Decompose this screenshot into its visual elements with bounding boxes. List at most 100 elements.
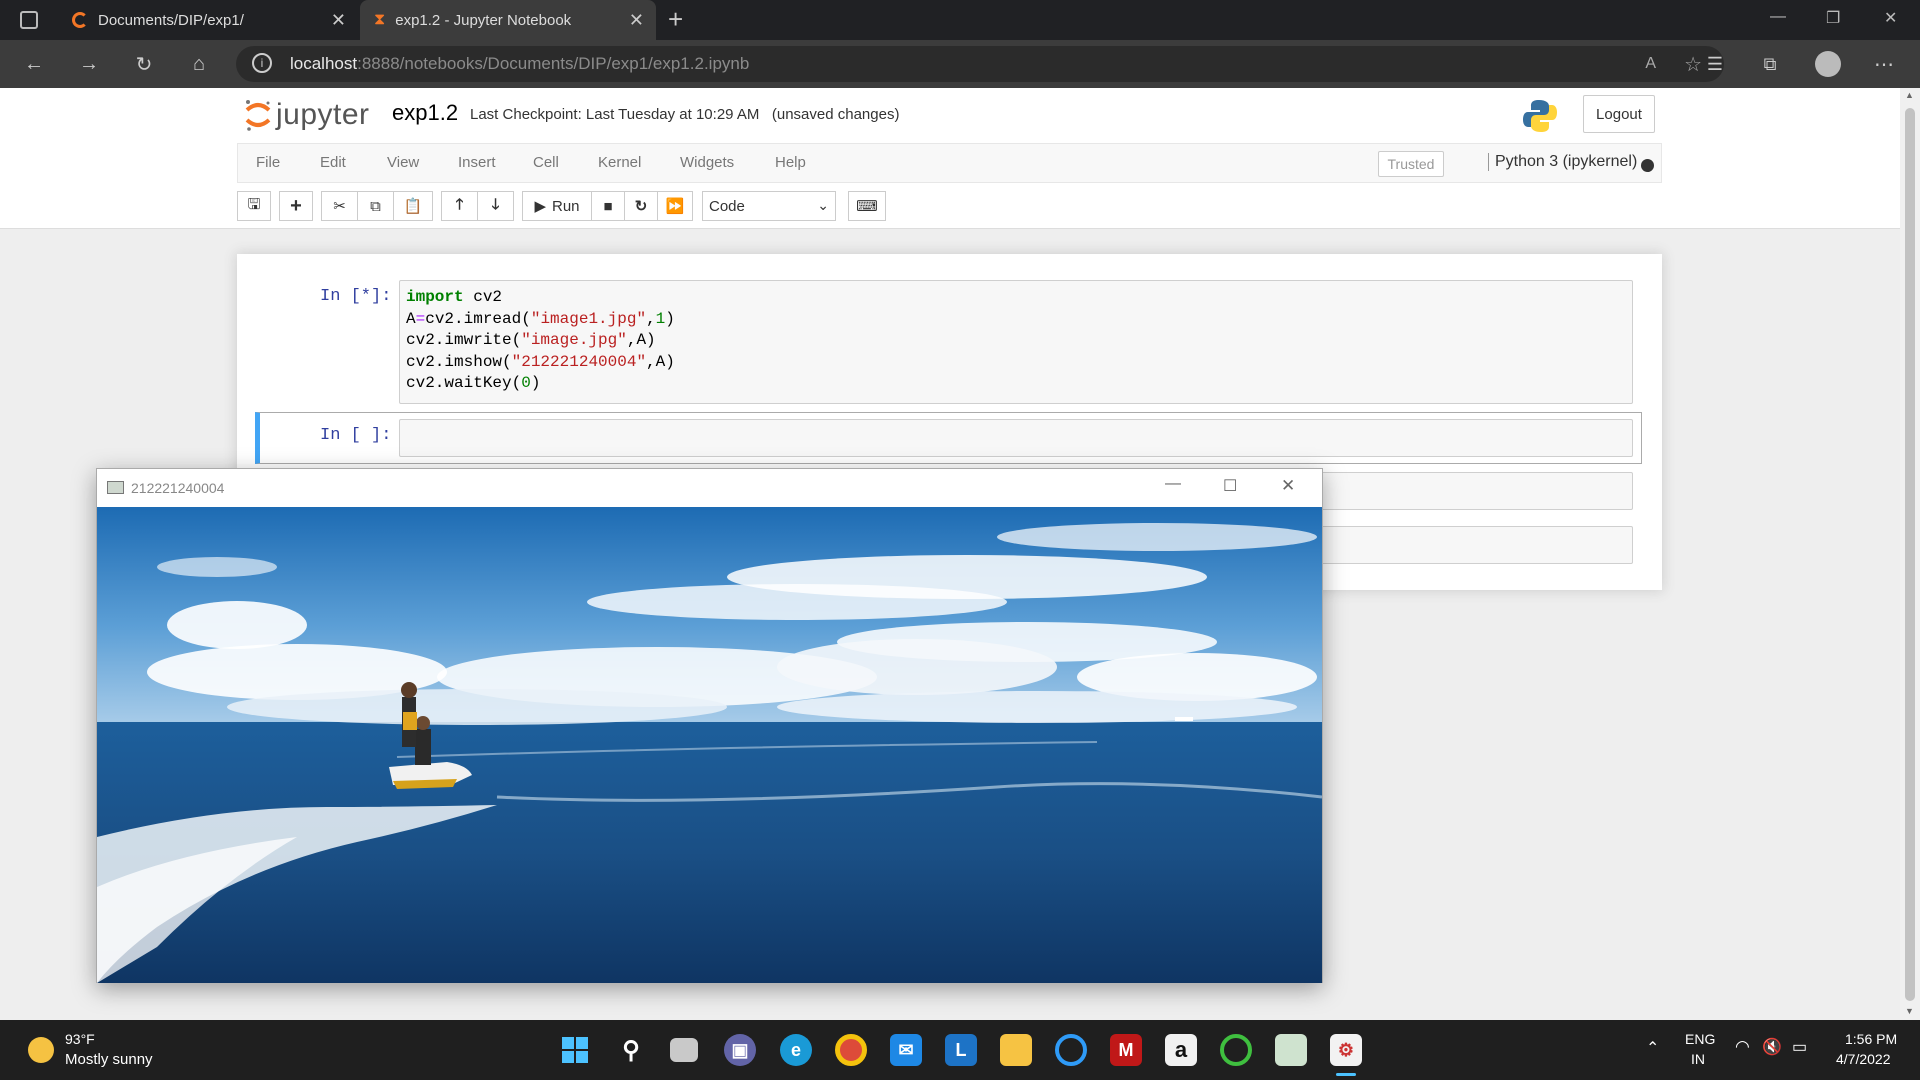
home-icon[interactable]: ⌂ <box>187 52 211 76</box>
battery-icon[interactable]: ▭ <box>1792 1037 1807 1057</box>
restore-window-icon[interactable]: ❐ <box>1826 8 1840 28</box>
jupyter-logo-text[interactable]: jupyter <box>276 98 370 132</box>
opencv-window-titlebar[interactable]: 212221240004 — ☐ ✕ <box>97 469 1322 507</box>
forward-icon[interactable]: → <box>77 52 101 76</box>
cell-prompt: In [*]: <box>320 287 392 306</box>
menu-kernel[interactable]: Kernel <box>598 154 641 171</box>
minimize-icon[interactable]: — <box>1165 475 1181 493</box>
language-primary[interactable]: ENG <box>1685 1031 1715 1047</box>
amazon-icon[interactable]: a <box>1165 1034 1197 1066</box>
vertical-scrollbar[interactable]: ▲ ▼ <box>1900 88 1920 1020</box>
l-app-icon[interactable]: L <box>945 1034 977 1066</box>
restart-button[interactable]: ↻ <box>624 191 658 221</box>
search-icon[interactable]: ⚲ <box>615 1034 647 1066</box>
favorites-icon[interactable]: ☰ <box>1703 52 1727 76</box>
weather-temp[interactable]: 93°F <box>65 1031 95 1047</box>
window-app-icon <box>107 481 124 494</box>
menu-view[interactable]: View <box>387 154 419 171</box>
volume-muted-icon[interactable]: 🔇 <box>1762 1037 1782 1057</box>
read-aloud-icon[interactable]: A <box>1645 55 1656 73</box>
cortana-icon[interactable] <box>1055 1034 1087 1066</box>
scroll-up-icon[interactable]: ▲ <box>1905 90 1914 100</box>
weather-desc[interactable]: Mostly sunny <box>65 1051 153 1068</box>
opencv-taskbar-icon[interactable] <box>1275 1034 1307 1066</box>
edge-icon[interactable]: e <box>780 1034 812 1066</box>
jupyter-tab-icon <box>72 12 88 28</box>
maximize-icon[interactable]: ☐ <box>1223 476 1237 496</box>
menu-cell[interactable]: Cell <box>533 154 559 171</box>
profile-avatar[interactable] <box>1815 51 1841 77</box>
logout-button[interactable]: Logout <box>1583 95 1655 133</box>
mcafee-icon[interactable]: M <box>1110 1034 1142 1066</box>
start-icon[interactable] <box>559 1034 591 1066</box>
python-logo-icon <box>1522 98 1558 139</box>
code-cell-input[interactable]: import cv2 A=cv2.imread("image1.jpg",1) … <box>399 280 1633 404</box>
wifi-icon[interactable]: ◠ <box>1735 1037 1750 1057</box>
close-window-icon[interactable]: ✕ <box>1884 8 1897 28</box>
tab-actions-icon[interactable] <box>20 11 38 29</box>
menu-insert[interactable]: Insert <box>458 154 496 171</box>
kernel-busy-indicator <box>1641 159 1654 172</box>
jupyter-logo-icon[interactable] <box>244 98 272 132</box>
empty-cell-input[interactable] <box>399 419 1633 457</box>
move-up-button[interactable]: 🡑 <box>441 191 478 221</box>
unsaved-text: (unsaved changes) <box>771 106 900 123</box>
insert-cell-button[interactable]: + <box>279 191 313 221</box>
scroll-down-icon[interactable]: ▼ <box>1905 1006 1914 1016</box>
active-app-icon[interactable]: ⚙ <box>1330 1034 1362 1066</box>
cut-button[interactable]: ✂ <box>321 191 358 221</box>
weather-icon[interactable] <box>28 1037 54 1063</box>
code-text: import cv2 A=cv2.imread("image1.jpg",1) … <box>406 288 675 392</box>
paste-button[interactable]: 📋 <box>393 191 433 221</box>
collections-icon[interactable]: ⧉ <box>1758 52 1782 76</box>
mail-icon[interactable]: ✉ <box>890 1034 922 1066</box>
language-secondary[interactable]: IN <box>1691 1051 1705 1067</box>
trusted-indicator[interactable]: Trusted <box>1378 151 1444 177</box>
save-button[interactable]: 🖫 <box>237 191 271 221</box>
chrome-icon[interactable] <box>835 1034 867 1066</box>
tab-documents[interactable]: Documents/DIP/exp1/ ✕ <box>58 0 358 40</box>
more-menu-icon[interactable]: ⋯ <box>1872 52 1896 76</box>
menu-help[interactable]: Help <box>775 154 806 171</box>
clock-date[interactable]: 4/7/2022 <box>1836 1051 1891 1067</box>
run-button[interactable]: ▶ Run <box>522 191 592 221</box>
loading-app-icon[interactable] <box>1220 1034 1252 1066</box>
menu-edit[interactable]: Edit <box>320 154 346 171</box>
url-field[interactable]: i localhost:8888/notebooks/Documents/DIP… <box>236 46 1724 82</box>
copy-button[interactable]: ⧉ <box>357 191 394 221</box>
checkpoint-status: Last Checkpoint: Last Tuesday at 10:29 A… <box>470 106 899 123</box>
tab-notebook[interactable]: ⧗ exp1.2 - Jupyter Notebook ✕ <box>360 0 656 40</box>
move-down-button[interactable]: 🡓 <box>477 191 514 221</box>
restart-run-all-button[interactable]: ⏩ <box>657 191 693 221</box>
file-explorer-icon[interactable] <box>1000 1034 1032 1066</box>
checkpoint-text: Last Checkpoint: Last Tuesday at 10:29 A… <box>470 106 760 123</box>
clock-time[interactable]: 1:56 PM <box>1845 1031 1897 1047</box>
jupyter-menu-area: File Edit View Insert Cell Kernel Widget… <box>0 143 1900 229</box>
favorite-add-icon[interactable]: ☆ <box>1684 52 1702 77</box>
menu-widgets[interactable]: Widgets <box>680 154 734 171</box>
kernel-name[interactable]: Python 3 (ipykernel) <box>1488 153 1637 171</box>
hourglass-icon: ⧗ <box>374 11 386 28</box>
command-palette-button[interactable]: ⌨ <box>848 191 886 221</box>
notebook-name[interactable]: exp1.2 <box>392 100 458 126</box>
info-icon: i <box>252 53 272 73</box>
interrupt-button[interactable]: ■ <box>591 191 625 221</box>
back-icon[interactable]: ← <box>22 52 46 76</box>
scrollbar-thumb[interactable] <box>1905 108 1915 1001</box>
cell-prompt: In [ ]: <box>320 426 392 445</box>
close-tab-icon[interactable]: ✕ <box>629 10 644 31</box>
close-icon[interactable]: ✕ <box>1281 476 1295 496</box>
refresh-icon[interactable]: ↻ <box>132 52 156 76</box>
opencv-image-window[interactable]: 212221240004 — ☐ ✕ <box>96 468 1323 983</box>
minimize-window-icon[interactable]: — <box>1770 8 1786 26</box>
teams-chat-icon[interactable]: ▣ <box>724 1034 756 1066</box>
active-app-indicator <box>1336 1073 1356 1076</box>
tray-overflow-icon[interactable]: ⌃ <box>1646 1038 1659 1058</box>
cell-type-select[interactable]: Code ⌄ <box>702 191 836 221</box>
opencv-window-title: 212221240004 <box>131 480 225 496</box>
url-host: localhost <box>290 54 358 73</box>
new-tab-button[interactable]: + <box>668 4 683 35</box>
close-tab-icon[interactable]: ✕ <box>331 10 346 31</box>
menu-file[interactable]: File <box>256 154 280 171</box>
task-view-icon[interactable] <box>670 1038 698 1062</box>
